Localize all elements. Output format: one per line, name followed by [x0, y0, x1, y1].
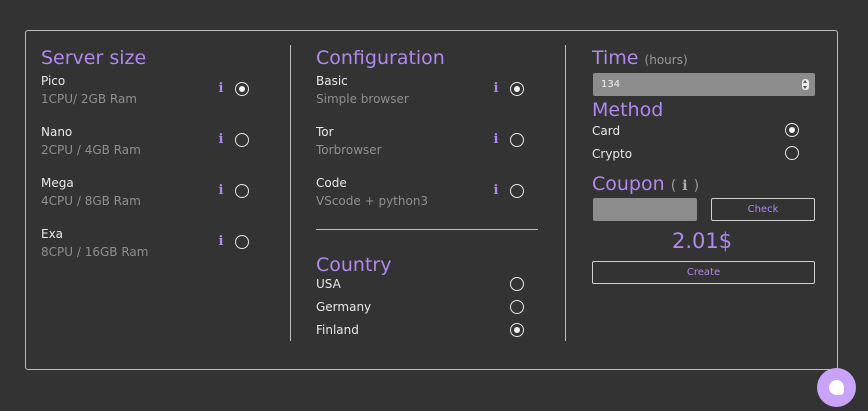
radio-pico[interactable]	[235, 82, 249, 96]
coupon-paren-close: )	[693, 178, 700, 194]
option-title: Tor	[316, 125, 334, 139]
info-icon[interactable]: i	[217, 82, 225, 96]
option-title: Basic	[316, 74, 348, 88]
option-desc: Simple browser	[316, 92, 409, 106]
coupon-input[interactable]	[593, 198, 697, 221]
time-hours-value: 134	[601, 79, 621, 90]
info-icon[interactable]: i	[217, 184, 225, 198]
option-label: Finland	[316, 323, 359, 337]
option-desc: VScode + python3	[316, 194, 429, 208]
option-title: Exa	[41, 227, 64, 241]
chat-bubble-icon	[829, 380, 844, 395]
radio-nano[interactable]	[235, 133, 249, 147]
time-unit: (hours)	[644, 53, 688, 67]
option-label: USA	[316, 277, 341, 291]
option-label: Crypto	[592, 147, 633, 161]
server-size-heading: Server size	[41, 47, 147, 69]
coupon-heading: Coupon ( i )	[592, 175, 699, 194]
coupon-paren-open: (	[670, 178, 677, 194]
option-label: Card	[592, 124, 621, 138]
radio-exa[interactable]	[235, 235, 249, 249]
method-heading: Method	[592, 99, 664, 121]
radio-mega[interactable]	[235, 184, 249, 198]
option-desc: 2CPU / 4GB Ram	[41, 143, 141, 157]
info-icon[interactable]: i	[492, 184, 500, 198]
total-price: 2.01$	[672, 229, 733, 253]
option-title: Pico	[41, 74, 66, 88]
time-heading: Time (hours)	[592, 49, 688, 68]
option-title: Code	[316, 176, 347, 190]
column-divider	[290, 45, 291, 341]
country-heading: Country	[316, 254, 392, 276]
radio-tor[interactable]	[510, 133, 524, 147]
chat-button[interactable]	[817, 368, 856, 407]
time-hours-input[interactable]: 134	[593, 73, 815, 96]
info-icon[interactable]: i	[217, 235, 225, 249]
configuration-heading: Configuration	[316, 47, 445, 69]
radio-basic[interactable]	[510, 82, 524, 96]
coupon-heading-text: Coupon	[592, 173, 665, 195]
create-button[interactable]: Create	[592, 261, 815, 284]
info-icon[interactable]: i	[492, 82, 500, 96]
section-divider	[316, 229, 538, 230]
option-desc: 4CPU / 8GB Ram	[41, 194, 141, 208]
info-icon[interactable]: i	[492, 133, 500, 147]
radio-germany[interactable]	[510, 300, 524, 314]
column-divider	[565, 45, 566, 341]
option-desc: 1CPU/ 2GB Ram	[41, 92, 137, 106]
spinner-icon[interactable]	[802, 79, 809, 90]
radio-crypto[interactable]	[785, 146, 799, 160]
info-icon[interactable]: i	[682, 178, 687, 194]
order-panel: Server size Pico 1CPU/ 2GB Ram i Nano 2C…	[25, 30, 838, 370]
radio-card[interactable]	[785, 123, 799, 137]
radio-code[interactable]	[510, 184, 524, 198]
check-coupon-button[interactable]: Check	[711, 198, 815, 221]
option-desc: Torbrowser	[316, 143, 382, 157]
option-title: Mega	[41, 176, 74, 190]
option-desc: 8CPU / 16GB Ram	[41, 245, 149, 259]
radio-usa[interactable]	[510, 277, 524, 291]
info-icon[interactable]: i	[217, 133, 225, 147]
option-title: Nano	[41, 125, 73, 139]
option-label: Germany	[316, 300, 372, 314]
time-heading-text: Time	[592, 47, 639, 69]
radio-finland[interactable]	[510, 323, 524, 337]
